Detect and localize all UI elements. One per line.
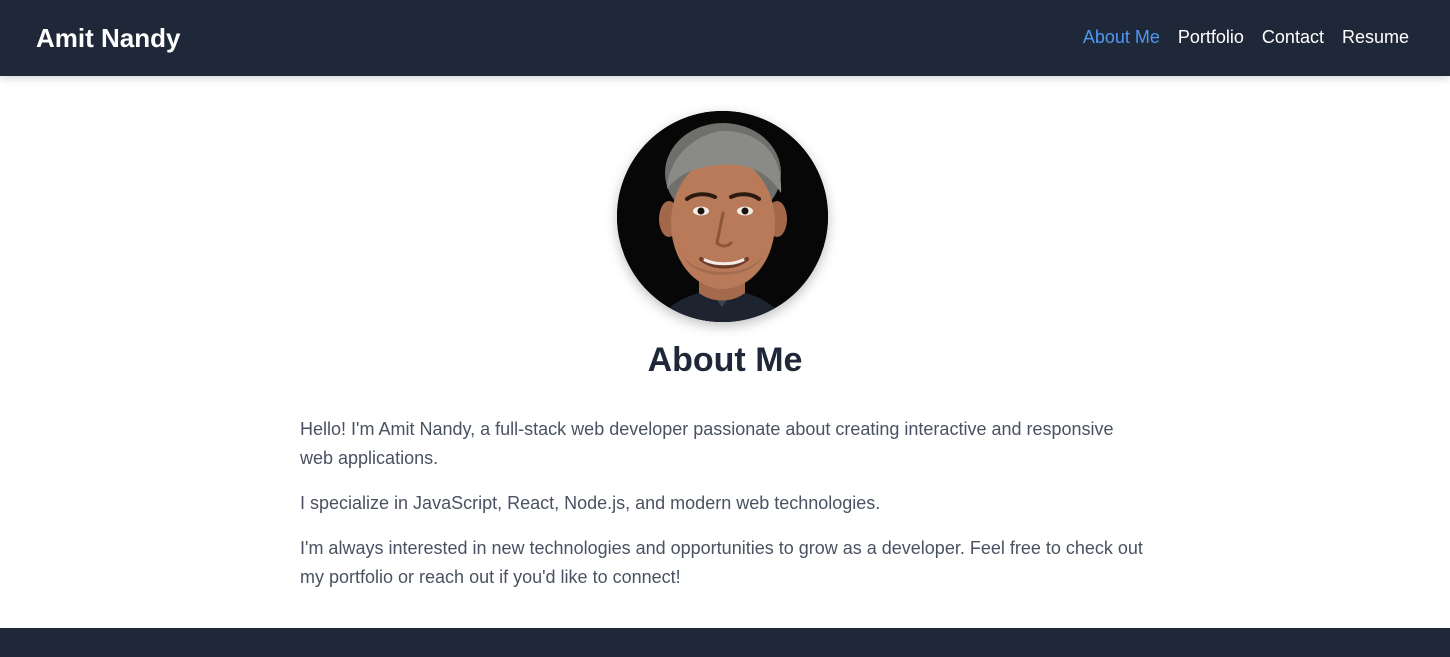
about-section: About Me Hello! I'm Amit Nandy, a full-s…: [0, 76, 1450, 628]
bio-paragraph: I'm always interested in new technologie…: [300, 538, 1143, 587]
page-title: About Me: [647, 341, 803, 379]
bio-paragraph: I specialize in JavaScript, React, Node.…: [300, 493, 881, 513]
bio-paragraph: Hello! I'm Amit Nandy, a full-stack web …: [300, 419, 1114, 468]
nav-resume[interactable]: Resume: [1342, 23, 1409, 51]
nav-contact[interactable]: Contact: [1262, 23, 1324, 51]
site-header: Amit Nandy About Me Portfolio Contact Re…: [0, 0, 1450, 76]
site-brand-link[interactable]: Amit Nandy: [36, 20, 180, 56]
profile-photo: [617, 111, 828, 322]
bio-text: Hello! I'm Amit Nandy, a full-stack web …: [300, 415, 1150, 608]
site-footer: [0, 628, 1450, 657]
nav-about-me[interactable]: About Me: [1083, 23, 1160, 51]
main-nav: About Me Portfolio Contact Resume: [1083, 23, 1409, 51]
nav-portfolio[interactable]: Portfolio: [1178, 23, 1244, 51]
